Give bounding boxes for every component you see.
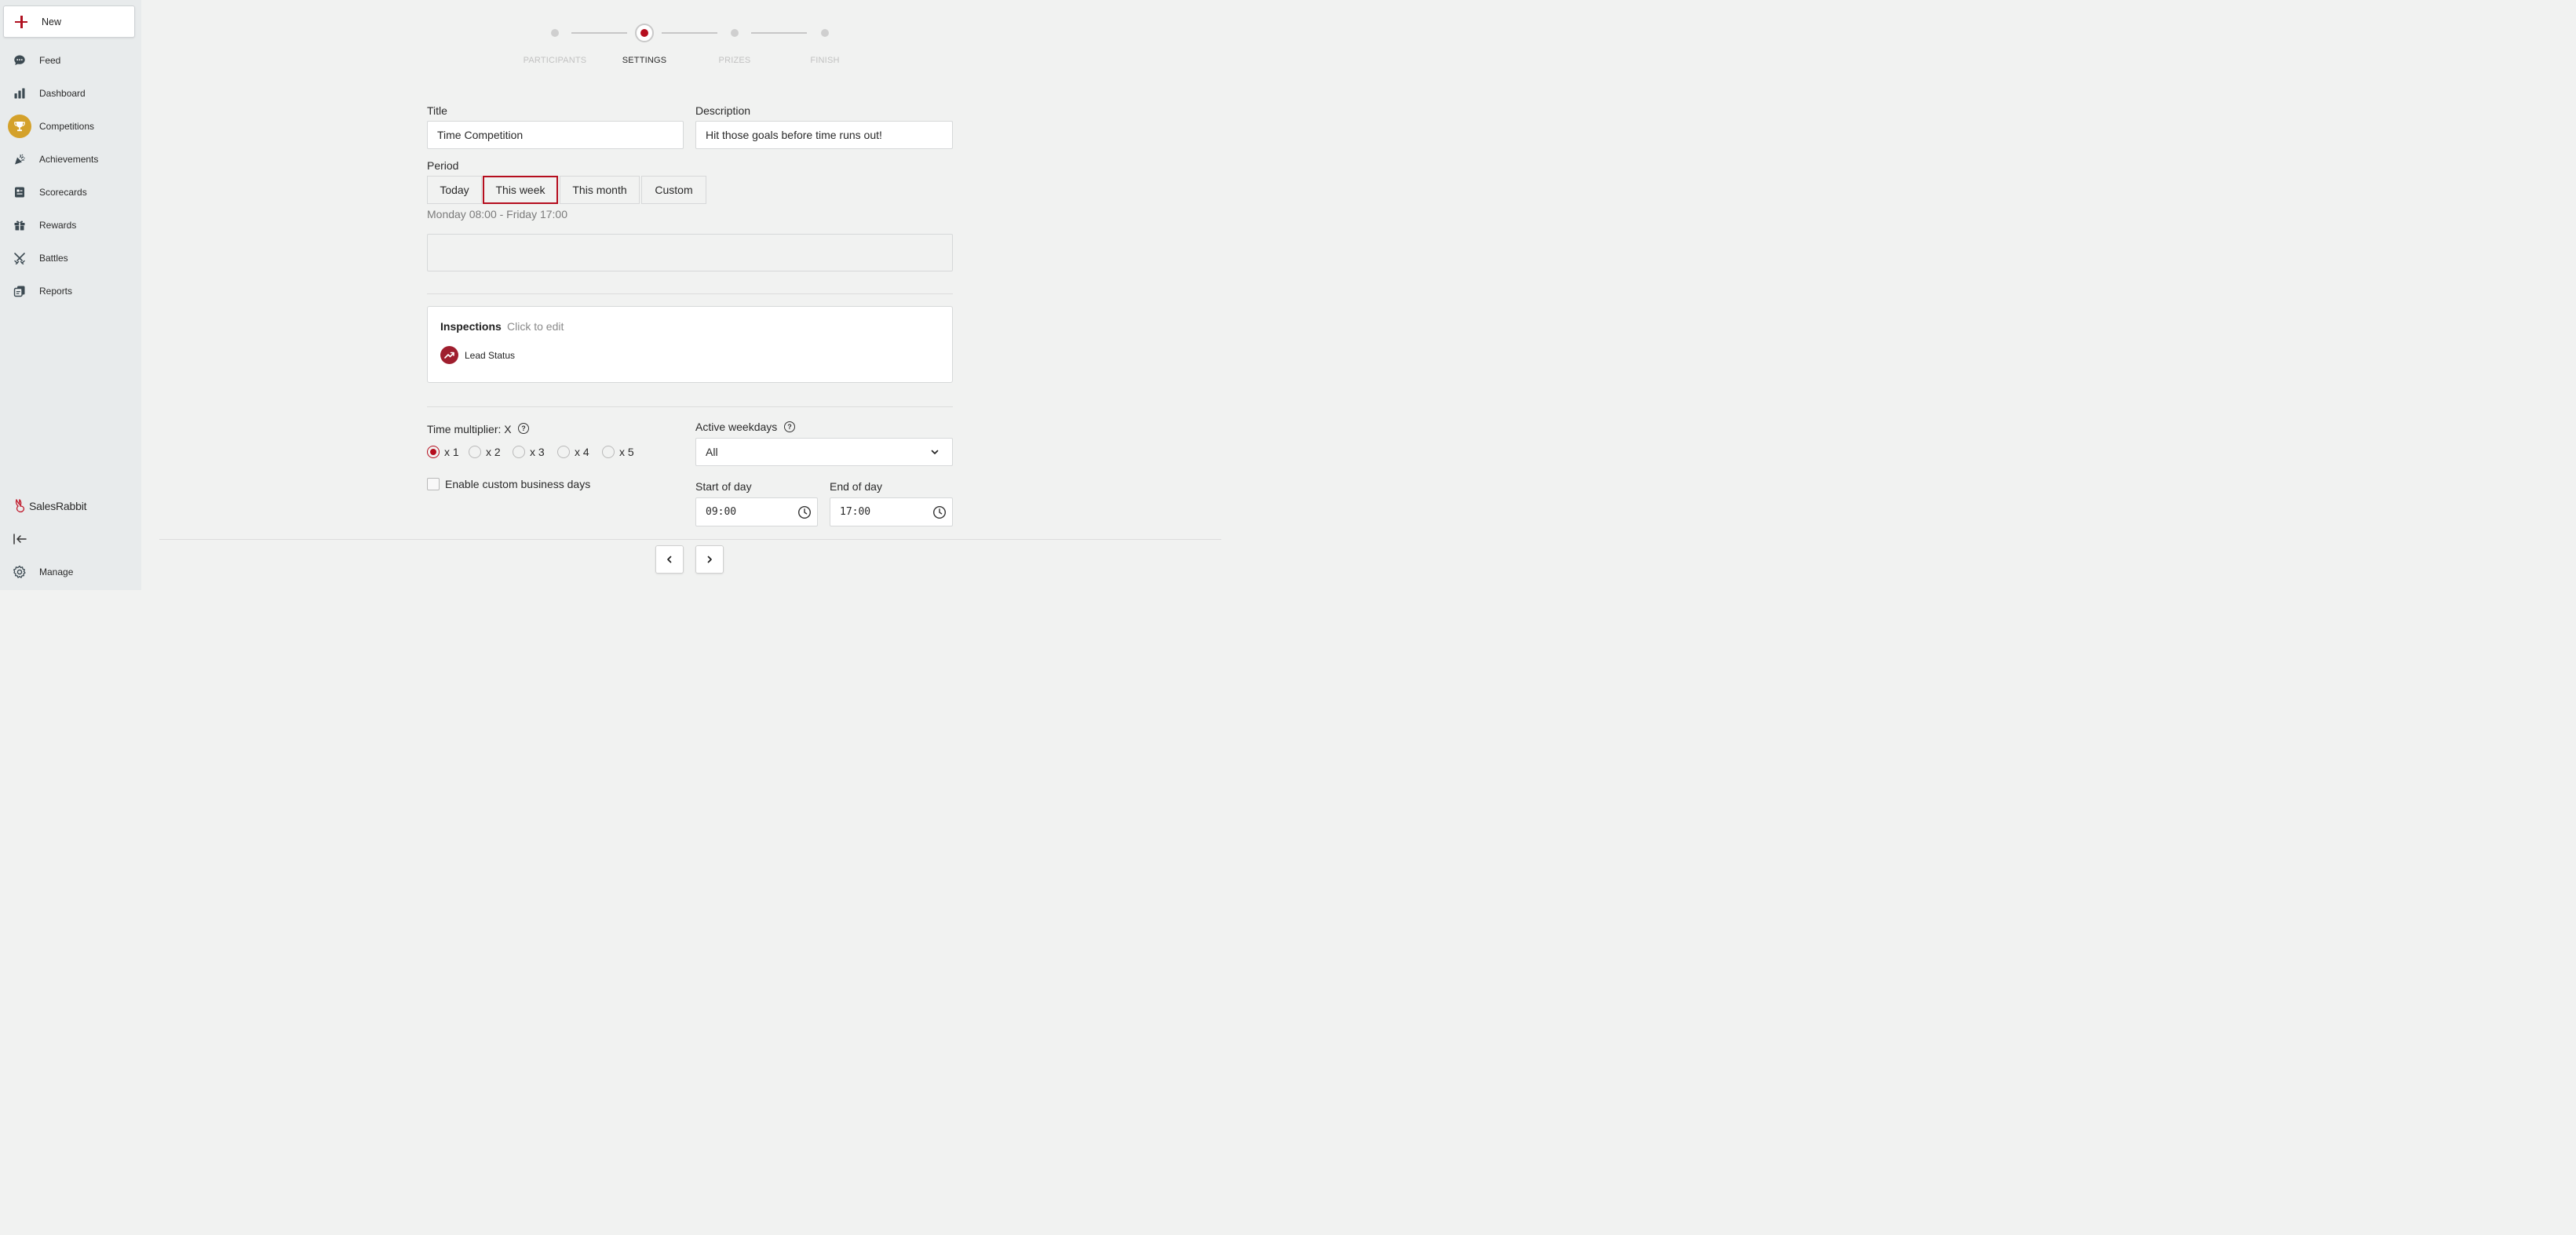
multiplier-radio-x4[interactable]: x 4	[557, 446, 589, 458]
chevron-down-icon	[931, 450, 939, 454]
title-input[interactable]: Time Competition	[427, 121, 684, 149]
chevron-left-icon	[667, 556, 672, 563]
step-dot-settings[interactable]	[635, 24, 654, 42]
step-connector	[662, 32, 717, 34]
sidebar: New Feed Dashboard Competitions Achievem…	[0, 0, 141, 590]
start-of-day-label: Start of day	[695, 480, 752, 493]
radio-label: x 2	[486, 446, 501, 458]
previous-step-button[interactable]	[655, 545, 684, 574]
custom-business-days-checkbox[interactable]	[427, 478, 440, 490]
gear-icon	[8, 560, 31, 584]
period-option-custom[interactable]: Custom	[641, 176, 706, 204]
radio-circle	[557, 446, 570, 458]
sidebar-item-label: Scorecards	[39, 187, 87, 198]
period-detail-box[interactable]	[427, 234, 953, 271]
gift-icon	[8, 213, 31, 237]
progress-stepper: PARTICIPANTS SETTINGS PRIZES FINISH	[0, 24, 1231, 71]
next-step-button[interactable]	[695, 545, 724, 574]
bar-chart-icon	[8, 82, 31, 105]
time-multiplier-label: Time multiplier: X	[427, 423, 512, 435]
trending-up-icon	[440, 346, 458, 364]
custom-business-days-label: Enable custom business days	[445, 478, 591, 490]
step-label-finish: FINISH	[810, 56, 840, 65]
footer-divider	[159, 539, 1221, 540]
sidebar-item-label: Achievements	[39, 154, 99, 165]
manage-label: Manage	[39, 566, 74, 577]
active-weekdays-label: Active weekdays	[695, 421, 778, 433]
chevron-right-icon	[707, 556, 712, 563]
step-connector	[571, 32, 627, 34]
inspections-title: Inspections	[440, 320, 502, 333]
period-range-text: Monday 08:00 - Friday 17:00	[427, 208, 567, 220]
step-connector	[751, 32, 807, 34]
step-label-settings: SETTINGS	[622, 56, 667, 65]
radio-label: x 5	[619, 446, 634, 458]
multiplier-radio-x1[interactable]: x 1	[427, 446, 459, 458]
period-option-this-month[interactable]: This month	[560, 176, 640, 204]
scorecard-icon	[8, 180, 31, 204]
radio-circle	[513, 446, 525, 458]
sidebar-item-label: Competitions	[39, 121, 95, 132]
step-dot-prizes[interactable]	[731, 29, 739, 37]
active-weekdays-value: All	[706, 446, 718, 458]
end-of-day-value: 17:00	[840, 506, 871, 518]
sidebar-item-manage[interactable]: Manage	[0, 559, 141, 585]
sidebar-item-dashboard[interactable]: Dashboard	[0, 80, 141, 107]
multiplier-radio-x2[interactable]: x 2	[469, 446, 501, 458]
end-of-day-input[interactable]: 17:00	[830, 497, 953, 526]
radio-label: x 4	[575, 446, 589, 458]
brand-logo: SalesRabbit	[14, 499, 86, 513]
sidebar-item-reports[interactable]: Reports	[0, 278, 141, 304]
trophy-icon	[8, 115, 31, 138]
sidebar-item-rewards[interactable]: Rewards	[0, 212, 141, 239]
period-label: Period	[427, 159, 459, 172]
step-dot-participants[interactable]	[551, 29, 559, 37]
radio-label: x 3	[530, 446, 545, 458]
sidebar-item-label: Rewards	[39, 220, 77, 231]
step-dot-finish[interactable]	[821, 29, 829, 37]
sidebar-item-label: Dashboard	[39, 88, 86, 99]
section-divider	[427, 293, 953, 294]
clock-icon[interactable]	[797, 505, 812, 519]
start-of-day-input[interactable]: 09:00	[695, 497, 818, 526]
start-of-day-value: 09:00	[706, 506, 737, 518]
rabbit-logo-icon	[15, 499, 25, 513]
inspections-card[interactable]: Inspections Click to edit Lead Status	[427, 306, 953, 383]
clock-icon[interactable]	[932, 505, 947, 519]
radio-label: x 1	[444, 446, 459, 458]
party-popper-icon	[8, 148, 31, 171]
help-icon[interactable]: ?	[518, 423, 529, 434]
section-divider	[427, 406, 953, 407]
crossed-swords-icon	[8, 246, 31, 270]
brand-name: SalesRabbit	[29, 500, 87, 512]
sidebar-item-achievements[interactable]: Achievements	[0, 146, 141, 173]
end-of-day-label: End of day	[830, 480, 882, 493]
period-option-this-week[interactable]: This week	[483, 176, 558, 204]
sidebar-item-battles[interactable]: Battles	[0, 245, 141, 271]
radio-circle	[427, 446, 440, 458]
multiplier-radio-x3[interactable]: x 3	[513, 446, 545, 458]
collapse-sidebar-icon[interactable]	[13, 532, 28, 546]
help-icon[interactable]: ?	[784, 421, 795, 432]
period-selector: Today This week This month Custom	[427, 176, 708, 204]
inspections-edit-hint[interactable]: Click to edit	[507, 320, 564, 333]
sidebar-item-competitions[interactable]: Competitions	[0, 113, 141, 140]
step-label-prizes: PRIZES	[718, 56, 751, 65]
active-weekdays-select[interactable]: All	[695, 438, 953, 466]
sidebar-item-label: Battles	[39, 253, 68, 264]
metric-lead-status: Lead Status	[465, 350, 516, 361]
sidebar-item-scorecards[interactable]: Scorecards	[0, 179, 141, 206]
report-icon	[8, 279, 31, 303]
multiplier-radio-x5[interactable]: x 5	[602, 446, 634, 458]
step-label-participants: PARTICIPANTS	[523, 56, 587, 65]
radio-circle	[469, 446, 481, 458]
description-input[interactable]: Hit those goals before time runs out!	[695, 121, 953, 149]
period-option-today[interactable]: Today	[427, 176, 482, 204]
radio-circle	[602, 446, 615, 458]
sidebar-item-label: Reports	[39, 286, 73, 297]
title-label: Title	[427, 104, 447, 117]
description-label: Description	[695, 104, 751, 117]
